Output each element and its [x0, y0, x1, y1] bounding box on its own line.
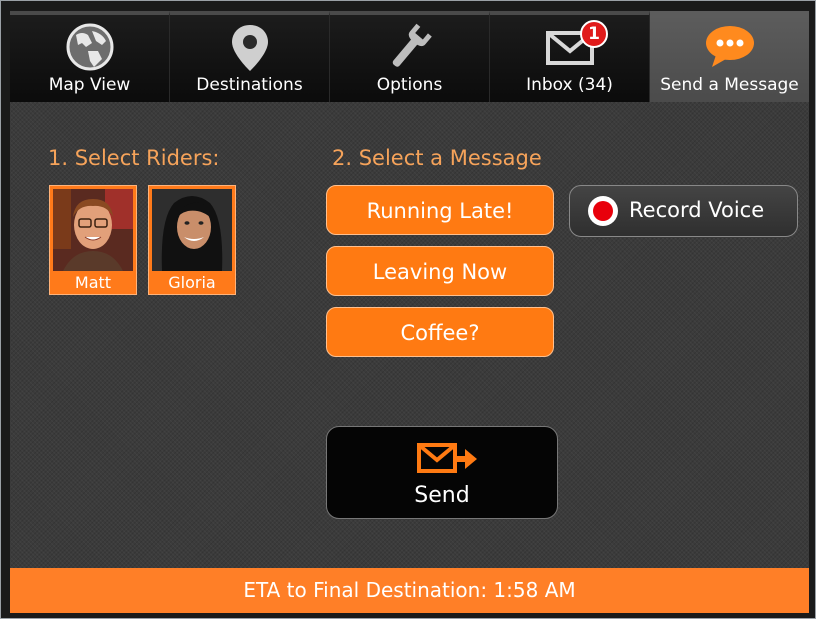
record-voice-label: Record Voice — [629, 198, 765, 222]
send-button[interactable]: Send — [326, 426, 558, 519]
select-message-heading: 2. Select a Message — [332, 146, 542, 170]
record-voice-button[interactable]: Record Voice — [569, 185, 798, 237]
select-riders-heading: 1. Select Riders: — [48, 146, 220, 170]
chat-bubble-icon — [705, 26, 754, 67]
rider-gloria[interactable]: Gloria — [148, 185, 236, 295]
tab-options-label: Options — [376, 75, 443, 95]
rider-name: Matt — [74, 273, 112, 292]
rider-name: Gloria — [168, 273, 216, 292]
wrench-icon — [392, 23, 432, 67]
tab-send-message[interactable]: Send a Message — [650, 11, 809, 102]
tab-send-message-label: Send a Message — [660, 75, 799, 95]
record-icon — [588, 196, 618, 226]
message-coffee-button[interactable]: Coffee? — [326, 307, 554, 357]
inbox-badge: 1 — [580, 20, 608, 48]
message-running-late-button[interactable]: Running Late! — [326, 185, 554, 235]
send-label: Send — [414, 483, 470, 508]
avatar — [152, 189, 232, 271]
tab-map-view-label: Map View — [48, 75, 131, 95]
avatar — [53, 189, 133, 271]
tab-bar: Map View Destinations Options 1 Inbox (3… — [10, 11, 809, 102]
tab-map-view[interactable]: Map View — [10, 11, 170, 102]
app-content: Map View Destinations Options 1 Inbox (3… — [10, 11, 809, 613]
tab-inbox-label: Inbox (34) — [526, 75, 613, 95]
tab-destinations[interactable]: Destinations — [170, 11, 330, 102]
eta-footer: ETA to Final Destination: 1:58 AM — [10, 568, 809, 613]
tab-inbox[interactable]: 1 Inbox (34) — [490, 11, 650, 102]
tab-options[interactable]: Options — [330, 11, 490, 102]
message-leaving-now-button[interactable]: Leaving Now — [326, 246, 554, 296]
send-mail-icon — [417, 443, 477, 473]
rider-matt[interactable]: Matt — [49, 185, 137, 295]
app-window: Map View Destinations Options 1 Inbox (3… — [0, 0, 816, 619]
map-pin-icon — [231, 25, 268, 71]
tab-destinations-label: Destinations — [196, 75, 303, 95]
globe-icon — [66, 23, 113, 71]
